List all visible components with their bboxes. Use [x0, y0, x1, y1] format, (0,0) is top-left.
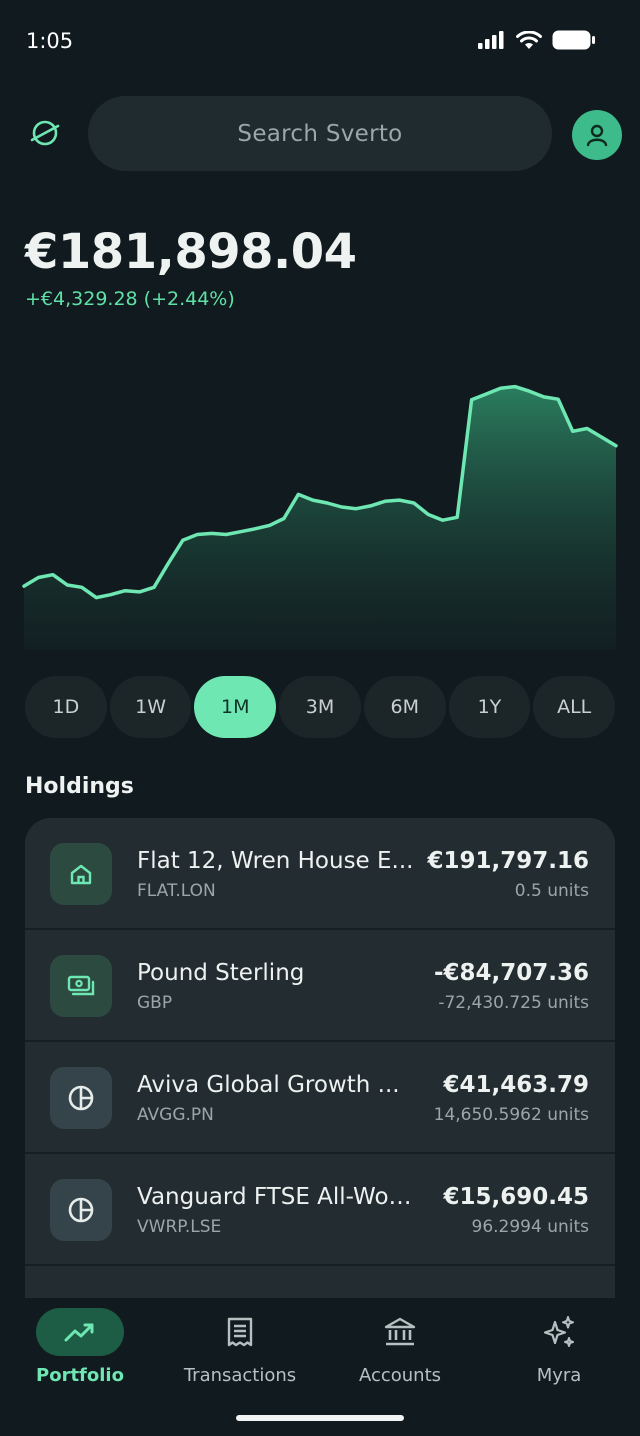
holding-icon — [50, 955, 112, 1017]
sparkle-icon — [543, 1316, 574, 1347]
holding-name: Aviva Global Growth ... — [137, 1072, 400, 1098]
nav-icon-wrap — [515, 1308, 603, 1356]
battery-icon — [552, 30, 595, 50]
holdings-title: Holdings — [25, 774, 134, 799]
holding-ticker: GBP — [137, 993, 173, 1013]
holding-units: 0.5 units — [514, 881, 589, 901]
nav-myra[interactable]: Myra — [484, 1308, 634, 1398]
holding-icon — [50, 1179, 112, 1241]
user-icon — [586, 124, 608, 147]
search-placeholder: Search Sverto — [237, 120, 403, 147]
holding-units: 14,650.5962 units — [433, 1105, 589, 1125]
avatar-button[interactable] — [572, 110, 622, 160]
top-bar: Search Sverto — [0, 96, 640, 172]
portfolio-chart[interactable] — [0, 360, 640, 650]
holding-icon — [50, 1067, 112, 1129]
nav-portfolio[interactable]: Portfolio — [5, 1308, 155, 1398]
period-6m[interactable]: 6M — [363, 676, 446, 738]
period-selector: 1D 1W 1M 3M 6M 1Y ALL — [25, 676, 616, 738]
holding-ticker: AVGG.PN — [137, 1105, 214, 1125]
holding-value: -€84,707.36 — [433, 960, 589, 986]
period-1y[interactable]: 1Y — [448, 676, 531, 738]
holding-icon — [50, 843, 112, 905]
search-bar[interactable]: Search Sverto — [88, 96, 552, 171]
portfolio-change: +€4,329.28 (+2.44%) — [25, 288, 235, 310]
nav-transactions[interactable]: Transactions — [165, 1308, 315, 1398]
period-1w[interactable]: 1W — [109, 676, 192, 738]
period-all[interactable]: ALL — [533, 676, 616, 738]
nav-accounts[interactable]: Accounts — [325, 1308, 475, 1398]
cash-icon — [67, 975, 95, 996]
bank-icon — [384, 1317, 416, 1346]
holdings-list: Flat 12, Wren House E... FLAT.LON €191,7… — [25, 818, 615, 1298]
nav-label: Myra — [536, 1365, 582, 1386]
holding-units: 96.2994 units — [471, 1217, 590, 1237]
holding-row[interactable]: Pound Sterling GBP -€84,707.36 -72,430.7… — [25, 930, 615, 1042]
holding-row[interactable] — [25, 1266, 615, 1298]
holding-value: €41,463.79 — [443, 1072, 589, 1098]
holding-value: €191,797.16 — [427, 848, 589, 874]
nav-label: Accounts — [358, 1365, 442, 1386]
home-icon — [70, 864, 92, 885]
holding-ticker: FLAT.LON — [137, 881, 216, 901]
signal-icon — [478, 31, 504, 49]
holding-name: Vanguard FTSE All-Worl... — [137, 1184, 419, 1210]
holding-row[interactable]: Vanguard FTSE All-Worl... VWRP.LSE €15,6… — [25, 1154, 615, 1266]
globe-icon — [30, 120, 60, 146]
chart-area — [24, 386, 616, 650]
holding-units: -72,430.725 units — [438, 993, 589, 1013]
nav-icon-wrap — [356, 1308, 444, 1356]
holding-row[interactable]: Flat 12, Wren House E... FLAT.LON €191,7… — [25, 818, 615, 930]
holding-name: Flat 12, Wren House E... — [137, 848, 414, 874]
status-time: 1:05 — [26, 29, 74, 53]
period-1m[interactable]: 1M — [194, 676, 277, 738]
status-bar: 1:05 — [0, 0, 640, 84]
pie-chart-icon — [68, 1085, 94, 1111]
nav-icon-wrap — [36, 1308, 124, 1356]
portfolio-balance: €181,898.04 — [25, 224, 357, 280]
trend-icon — [64, 1323, 94, 1342]
pie-chart-icon — [68, 1197, 94, 1223]
nav-label: Transactions — [183, 1365, 297, 1386]
holding-ticker: VWRP.LSE — [137, 1217, 222, 1237]
nav-icon-wrap — [196, 1308, 284, 1356]
period-3m[interactable]: 3M — [279, 676, 361, 738]
holding-name: Pound Sterling — [137, 960, 305, 986]
status-icons — [478, 30, 596, 50]
wifi-icon — [516, 30, 542, 49]
globe-button[interactable] — [28, 116, 62, 150]
holding-value: €15,690.45 — [443, 1184, 589, 1210]
holding-row[interactable]: Aviva Global Growth ... AVGG.PN €41,463.… — [25, 1042, 615, 1154]
nav-label: Portfolio — [36, 1365, 124, 1386]
period-1d[interactable]: 1D — [25, 676, 107, 738]
home-indicator — [236, 1415, 404, 1421]
receipt-icon — [227, 1317, 253, 1347]
